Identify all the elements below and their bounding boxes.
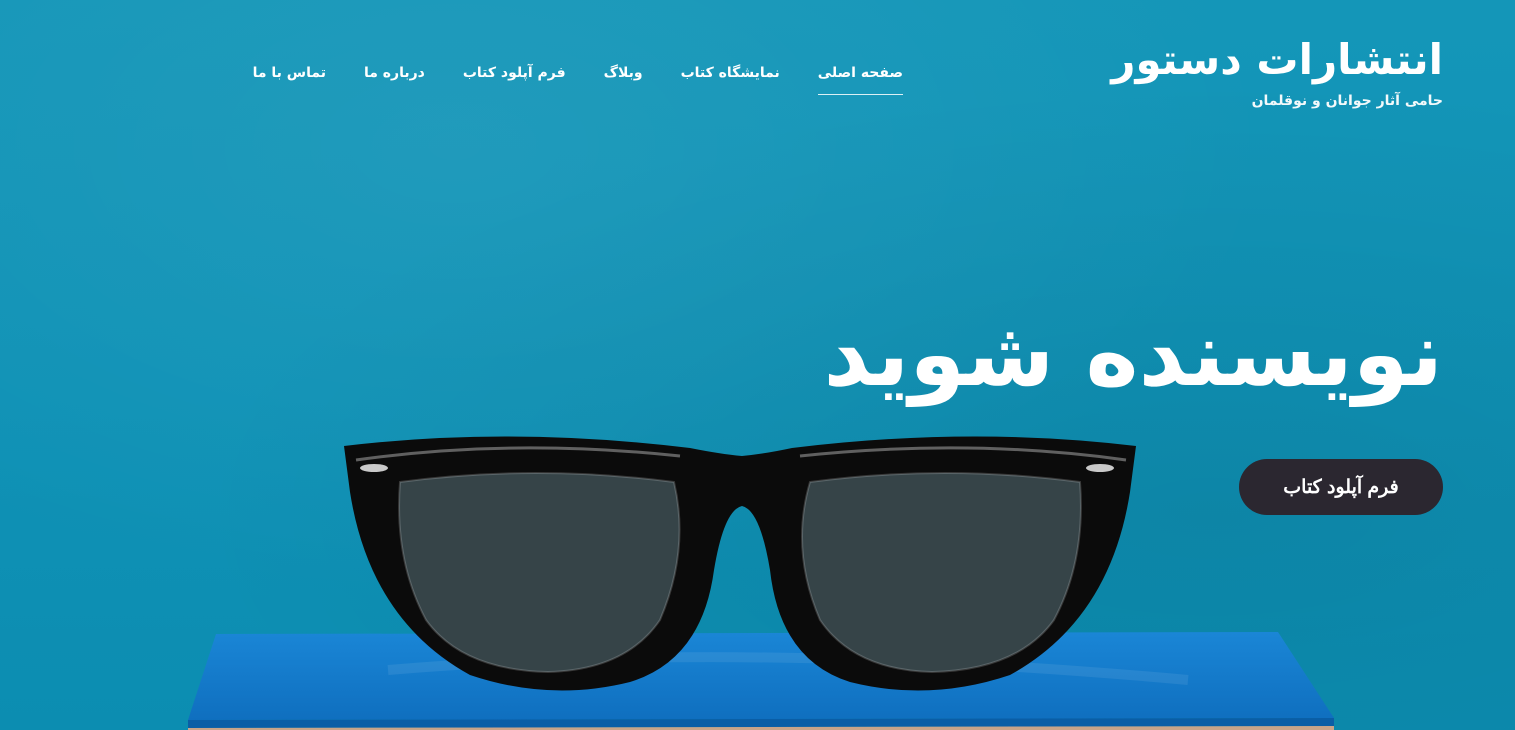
brand-tagline: حامی آثار جوانان و نوقلمان [1251,93,1443,109]
hero-section: انتشارات دستور حامی آثار جوانان و نوقلما… [0,0,1515,730]
main-nav: صفحه اصلی نمایشگاه کتاب وبلاگ فرم آپلود … [215,62,903,95]
brand-title[interactable]: انتشارات دستور [1111,34,1443,86]
upload-book-button[interactable]: فرم آپلود کتاب [1239,459,1443,515]
nav-item-contact[interactable]: تماس با ما [253,62,326,94]
nav-item-about[interactable]: درباره ما [364,62,425,94]
nav-item-blog[interactable]: وبلاگ [604,62,643,94]
brand-block[interactable]: انتشارات دستور حامی آثار جوانان و نوقلما… [1111,34,1443,110]
nav-item-home[interactable]: صفحه اصلی [817,62,903,95]
hero-headline: نویسنده شوید [823,302,1444,407]
nav-item-upload-form[interactable]: فرم آپلود کتاب [463,62,566,94]
nav-item-book-fair[interactable]: نمایشگاه کتاب [681,62,780,94]
eyeglasses-icon [344,436,1136,691]
